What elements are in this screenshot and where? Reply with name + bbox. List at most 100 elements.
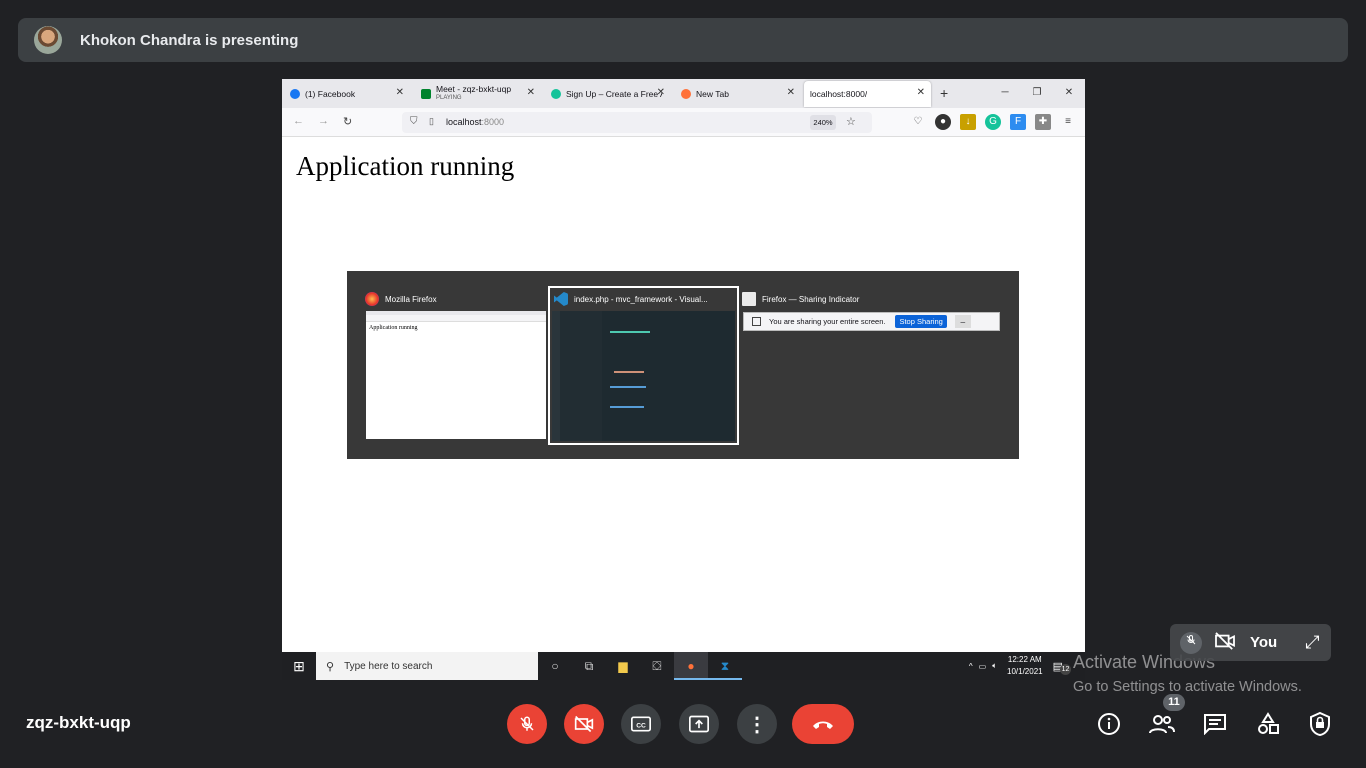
new-tab-button[interactable]: + [940, 85, 948, 101]
stop-sharing-button[interactable]: Stop Sharing [895, 315, 947, 328]
firefox-taskbar-icon[interactable]: ● [674, 652, 708, 680]
url-port: :8000 [481, 117, 505, 127]
switcher-item-firefox[interactable]: Mozilla Firefox Application running [365, 289, 546, 439]
account-icon[interactable]: ● [935, 114, 951, 130]
taskbar-search-placeholder: Type here to search [344, 660, 433, 672]
vscode-taskbar-icon[interactable]: ⧗ [708, 652, 742, 680]
forward-icon[interactable]: → [318, 115, 329, 127]
more-options-button[interactable]: ⋮ [737, 704, 777, 744]
switcher-item-title: Mozilla Firefox [385, 294, 437, 304]
switcher-item-vscode[interactable]: index.php - mvc_framework - Visual... [548, 286, 739, 445]
grammarly-extension-icon[interactable]: G [985, 114, 1001, 130]
window-switcher: Mozilla Firefox Application running inde… [347, 271, 1019, 459]
captions-button[interactable]: CC [621, 704, 661, 744]
self-tile[interactable]: You ⤢ [1170, 624, 1331, 661]
notification-count: 12 [1060, 664, 1071, 675]
presenter-banner: Khokon Chandra is presenting [18, 18, 1348, 62]
extension-icon[interactable]: F [1010, 114, 1026, 130]
host-controls-button[interactable] [1307, 710, 1333, 738]
camera-toggle-button[interactable] [564, 704, 604, 744]
file-explorer-icon[interactable]: ▆ [606, 659, 640, 673]
firefox-thumbnail: Application running [366, 311, 546, 439]
hide-indicator-button[interactable]: _ [954, 315, 971, 328]
closed-captions-icon: CC [631, 716, 651, 732]
url-bar[interactable]: ⛉ ▯ localhost:8000 240% ☆ [402, 112, 872, 133]
expand-icon[interactable]: ⤢ [1305, 632, 1319, 653]
tab-signup[interactable]: Sign Up – Create a Free A ✕ [545, 79, 671, 108]
tab-facebook[interactable]: (1) Facebook ✕ [284, 79, 410, 108]
clock-date: 10/1/2021 [1007, 667, 1043, 676]
restore-icon[interactable]: ❐ [1021, 79, 1053, 108]
info-icon [1098, 713, 1120, 735]
firefox-icon [365, 292, 379, 306]
meeting-details-button[interactable] [1096, 710, 1122, 738]
reload-icon[interactable]: ↻ [343, 115, 352, 128]
tab-localhost[interactable]: localhost:8000/ ✕ [804, 81, 931, 107]
close-tab-icon[interactable]: ✕ [917, 87, 925, 98]
extension-download-icon[interactable]: ↓ [960, 114, 976, 130]
participants-button[interactable] [1149, 710, 1175, 738]
minimize-icon[interactable]: ─ [989, 79, 1021, 108]
hang-up-icon [813, 721, 833, 729]
bookmark-star-icon[interactable]: ☆ [846, 115, 856, 128]
tray-chevron-icon[interactable]: ^ [969, 662, 973, 671]
self-label: You [1250, 634, 1278, 651]
tab-new-tab[interactable]: New Tab ✕ [675, 79, 801, 108]
microphone-toggle-button[interactable] [507, 704, 547, 744]
browser-navbar: ← → ↻ ⛉ ▯ localhost:8000 240% ☆ ♡ ● ↓ G … [282, 108, 1085, 137]
task-view-icon[interactable]: ⧉ [572, 659, 606, 674]
tab-meet[interactable]: Meet - zqz-bxkt-uqp PLAYING ✕ [415, 79, 541, 108]
clock[interactable]: 12:22 AM 10/1/2021 [1007, 654, 1043, 678]
network-icon[interactable]: ▭ [979, 662, 987, 671]
tab-title: Meet - zqz-bxkt-uqp [436, 83, 512, 94]
back-icon[interactable]: ← [293, 115, 304, 127]
zoom-badge[interactable]: 240% [810, 115, 836, 130]
sharing-text: You are sharing your entire screen. [769, 317, 886, 326]
shield-icon: ⛉ [410, 116, 418, 127]
close-tab-icon[interactable]: ✕ [396, 87, 404, 98]
chat-icon [1204, 714, 1226, 736]
tab-title: New Tab [696, 88, 729, 99]
mic-off-icon [1180, 631, 1202, 654]
close-window-icon[interactable]: ✕ [1053, 79, 1085, 108]
pocket-icon[interactable]: ♡ [910, 114, 926, 130]
people-icon [1149, 715, 1175, 734]
store-icon[interactable]: ⛋ [640, 659, 674, 674]
search-icon: ⚲ [326, 660, 335, 673]
facebook-icon [290, 88, 300, 99]
clock-time: 12:22 AM [1007, 655, 1042, 664]
leave-call-button[interactable] [792, 704, 854, 744]
shield-lock-icon [1310, 711, 1330, 737]
activities-button[interactable] [1255, 710, 1281, 738]
sharing-indicator-icon [742, 292, 756, 306]
svg-text:CC: CC [636, 722, 646, 729]
page-heading: Application running [296, 151, 515, 181]
camera-off-icon [1214, 632, 1236, 653]
thumbnail-text: Application running [369, 325, 418, 331]
presenter-avatar [34, 26, 62, 54]
taskbar-search[interactable]: ⚲ Type here to search [316, 652, 538, 680]
extensions-puzzle-icon[interactable]: ✚ [1035, 114, 1051, 130]
chat-button[interactable] [1202, 710, 1228, 738]
meet-icon [421, 88, 431, 99]
browser-tabstrip: (1) Facebook ✕ Meet - zqz-bxkt-uqp PLAYI… [282, 79, 1085, 108]
windows-start-icon[interactable]: ⊞ [282, 658, 316, 675]
present-screen-button[interactable] [679, 704, 719, 744]
presenter-text: Khokon Chandra is presenting [80, 31, 299, 49]
switcher-item-sharing-indicator[interactable]: Firefox — Sharing Indicator [742, 289, 859, 309]
close-tab-icon[interactable]: ✕ [657, 87, 665, 98]
close-tab-icon[interactable]: ✕ [527, 87, 535, 98]
camera-off-icon [574, 715, 594, 733]
firefox-icon [681, 88, 691, 99]
tab-playing-label: PLAYING [436, 94, 462, 101]
system-tray: ^ ▭ 🔈︎ 12:22 AM 10/1/2021 ▤ 12 [969, 652, 1085, 680]
shared-screen: (1) Facebook ✕ Meet - zqz-bxkt-uqp PLAYI… [282, 79, 1085, 680]
switcher-item-title: Firefox — Sharing Indicator [762, 294, 860, 304]
close-tab-icon[interactable]: ✕ [787, 87, 795, 98]
cortana-icon[interactable]: ○ [538, 659, 572, 673]
switcher-item-title: index.php - mvc_framework - Visual... [574, 294, 708, 304]
volume-icon[interactable]: 🔈︎ [992, 661, 997, 671]
url-host: localhost [446, 117, 482, 127]
grammarly-icon [551, 88, 561, 99]
menu-icon[interactable]: ≡ [1060, 114, 1076, 130]
